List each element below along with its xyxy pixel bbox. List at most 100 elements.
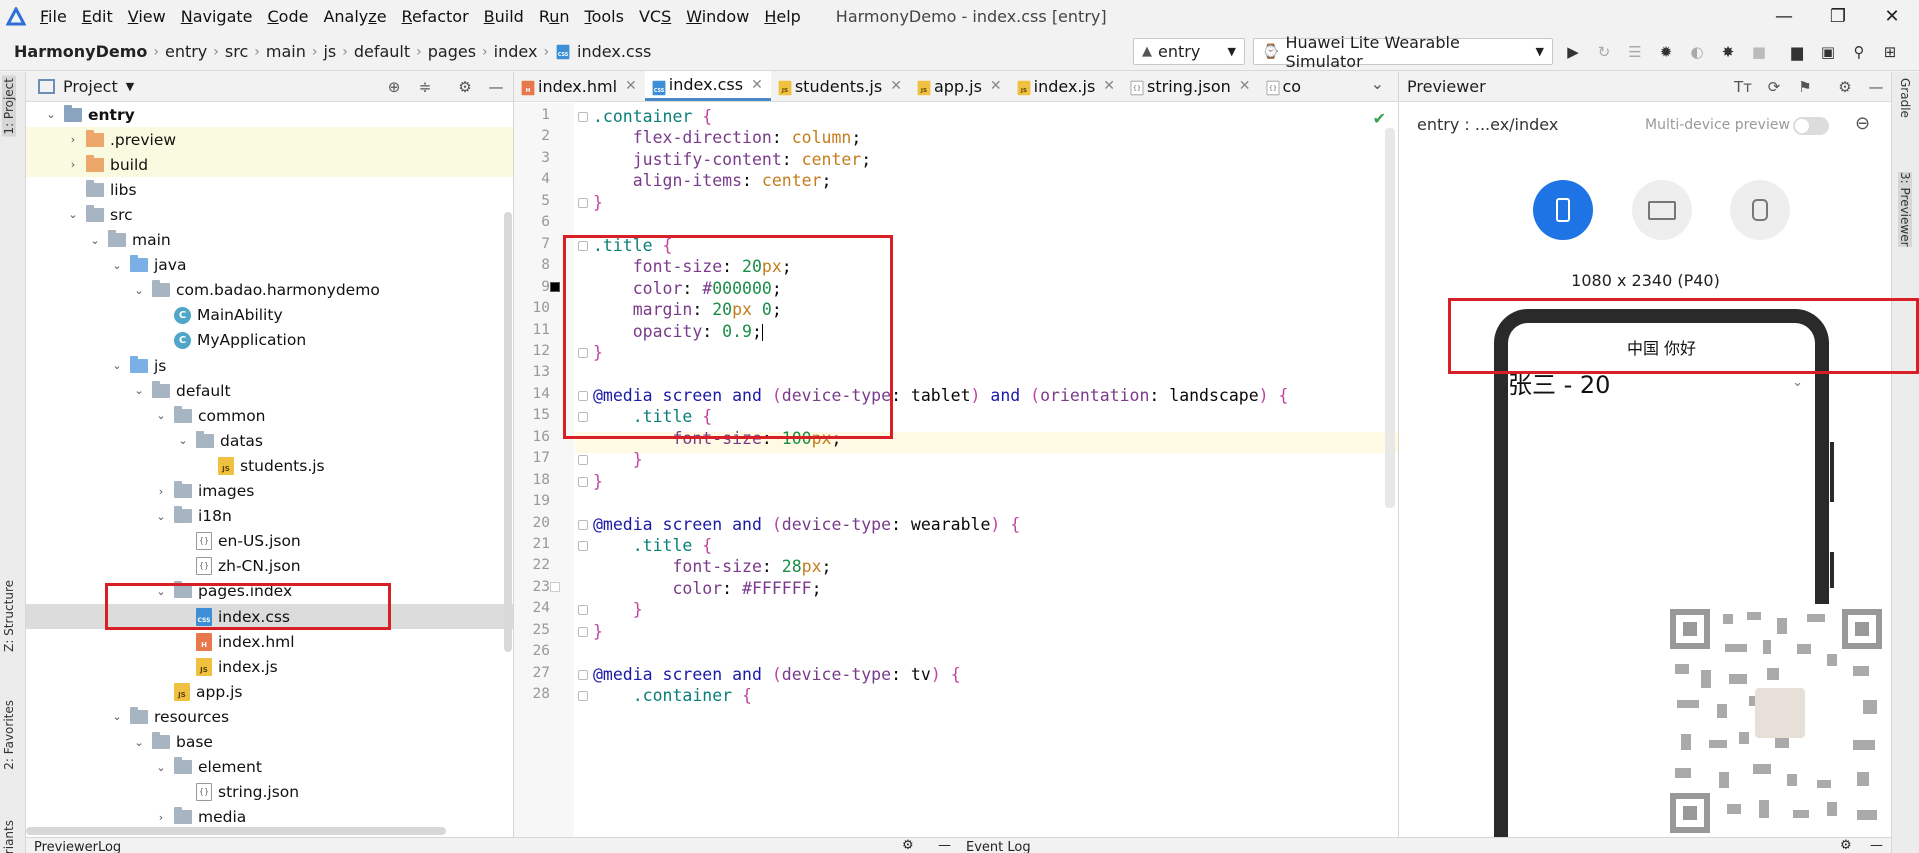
project-panel-title[interactable]: Project [63, 77, 118, 96]
locate-file-icon[interactable]: ⊕ [383, 76, 405, 98]
menu-item[interactable]: Tools [585, 7, 624, 26]
tree-item[interactable]: ⌄ src [26, 202, 513, 227]
fold-marker-icon[interactable] [578, 197, 588, 208]
tree-item[interactable]: JS app.js [26, 679, 513, 704]
chevron-down-icon[interactable]: ⌄ [44, 108, 58, 121]
menu-item[interactable]: VCS [639, 7, 671, 26]
menu-item[interactable]: Edit [82, 7, 113, 26]
breadcrumb-item[interactable]: js [323, 42, 336, 61]
tree-item[interactable]: › .preview [26, 127, 513, 153]
profile-icon[interactable]: ◐ [1686, 41, 1708, 63]
chevron-down-icon[interactable]: ⌄ [132, 284, 146, 297]
settings-gear-icon[interactable]: ⚙ [1840, 838, 1852, 853]
chevron-right-icon[interactable]: › [154, 485, 168, 498]
favorites-side-tab[interactable]: 2: Favorites [2, 700, 16, 770]
project-tree-hscrollbar[interactable] [26, 827, 446, 835]
menu-item[interactable]: Help [764, 7, 800, 26]
collapse-all-icon[interactable]: ≑ [414, 76, 436, 98]
text-direction-icon[interactable]: Tт [1732, 76, 1754, 98]
open-folder-icon[interactable]: ▆ [1786, 41, 1808, 63]
hide-panel-icon[interactable]: — [1870, 838, 1883, 853]
chevron-down-icon[interactable]: ▼ [126, 80, 134, 93]
fold-marker-icon[interactable] [578, 519, 588, 530]
menu-item[interactable]: File [40, 7, 67, 26]
structure-side-tab[interactable]: Z: Structure [2, 580, 16, 652]
settings-gear-icon[interactable]: ⚙ [1834, 76, 1856, 98]
fold-marker-icon[interactable] [578, 112, 588, 122]
chevron-down-icon[interactable]: ⌄ [154, 409, 168, 422]
tab-overflow-icon[interactable]: ⌄ [1371, 74, 1384, 93]
chevron-right-icon[interactable]: › [66, 133, 80, 146]
menu-item[interactable]: View [128, 7, 166, 26]
fold-marker-icon[interactable] [578, 476, 588, 487]
close-window-button[interactable]: ✕ [1865, 6, 1919, 27]
close-tab-icon[interactable]: ✕ [990, 78, 1002, 94]
editor-tab[interactable]: Hindex.hml ✕ [514, 71, 645, 101]
menu-item[interactable]: Code [268, 7, 309, 26]
build-variants-side-tab[interactable]: riants [2, 820, 16, 853]
menu-item[interactable]: Refactor [402, 7, 469, 26]
hide-panel-icon[interactable]: — [938, 838, 951, 853]
editor-tab[interactable]: {} string.json ✕ [1123, 71, 1258, 101]
refresh-icon[interactable]: ⟳ [1763, 76, 1785, 98]
breadcrumb-item[interactable]: index [494, 42, 538, 61]
search-icon[interactable]: ⚲ [1848, 41, 1870, 63]
tree-item[interactable]: libs [26, 177, 513, 202]
minimize-button[interactable]: — [1757, 6, 1811, 27]
fold-marker-icon[interactable] [578, 605, 588, 616]
editor-tab[interactable]: CSS index.css ✕ [644, 71, 771, 101]
list-icon[interactable]: ☰ [1624, 41, 1646, 63]
editor-tab[interactable]: JS app.js ✕ [910, 71, 1010, 101]
menu-item[interactable]: Build [484, 7, 524, 26]
run-icon[interactable]: ▶ [1562, 41, 1584, 63]
inspect-icon[interactable]: ⚑ [1794, 76, 1816, 98]
settings-gear-icon[interactable]: ⚙ [902, 838, 914, 853]
chevron-right-icon[interactable]: › [66, 158, 80, 171]
device-selector[interactable]: ⌚ Huawei Lite Wearable Simulator ▼ [1253, 33, 1553, 71]
phone-device-button[interactable] [1533, 180, 1593, 240]
tree-item[interactable]: ⌄ resources [26, 704, 513, 729]
tree-item[interactable]: Hindex.hml [26, 629, 513, 654]
wearable-device-button[interactable] [1730, 180, 1790, 240]
color-swatch-icon[interactable] [550, 281, 560, 292]
tree-item[interactable]: {} string.json [26, 780, 513, 805]
tree-item[interactable]: JS index.js [26, 654, 513, 679]
color-swatch-icon[interactable] [550, 581, 560, 592]
tree-item[interactable]: › images [26, 479, 513, 504]
fold-marker-icon[interactable] [578, 691, 588, 702]
structure-icon[interactable]: ▣ [1817, 41, 1839, 63]
sdk-manager-icon[interactable]: ⊞ [1879, 41, 1901, 63]
chevron-down-icon[interactable]: ⌄ [66, 208, 80, 221]
tree-item[interactable]: ⌄ base [26, 730, 513, 755]
chevron-down-icon[interactable]: ⌄ [154, 761, 168, 774]
tree-item[interactable]: ⌄ default [26, 378, 513, 403]
close-tab-icon[interactable]: ✕ [1103, 78, 1115, 94]
zoom-out-icon[interactable]: ⊖ [1855, 113, 1870, 134]
editor-scrollbar[interactable] [1385, 128, 1395, 508]
hide-panel-icon[interactable]: — [1865, 76, 1887, 98]
stop-icon[interactable]: ■ [1748, 41, 1770, 63]
chevron-right-icon[interactable]: › [154, 811, 168, 824]
chevron-down-icon[interactable]: ⌄ [110, 259, 124, 272]
tree-item[interactable]: ⌄ java [26, 253, 513, 278]
menu-item[interactable]: Window [686, 7, 749, 26]
fold-marker-icon[interactable] [578, 669, 588, 680]
fold-marker-icon[interactable] [578, 541, 588, 551]
close-tab-icon[interactable]: ✕ [1239, 78, 1251, 94]
event-log-tab[interactable]: Event Log [966, 840, 1031, 853]
tree-item[interactable]: ⌄ datas [26, 428, 513, 453]
breadcrumb-item[interactable]: main [266, 42, 306, 61]
project-tree-scrollbar[interactable] [504, 212, 512, 652]
fold-marker-icon[interactable] [578, 626, 588, 637]
previewer-log-tab[interactable]: PreviewerLog [34, 840, 121, 853]
chevron-down-icon[interactable]: ⌄ [132, 736, 146, 749]
settings-gear-icon[interactable]: ⚙ [454, 76, 476, 98]
menu-item[interactable]: Analyze [323, 7, 386, 26]
menu-item[interactable]: Run [539, 7, 570, 26]
breadcrumb-item[interactable]: entry [165, 42, 207, 61]
close-tab-icon[interactable]: ✕ [751, 77, 763, 93]
breadcrumb-item[interactable]: default [354, 42, 410, 61]
restore-button[interactable]: ❐ [1811, 6, 1865, 27]
chevron-down-icon[interactable]: ⌄ [176, 434, 190, 447]
tree-item[interactable]: ⌄ main [26, 228, 513, 253]
